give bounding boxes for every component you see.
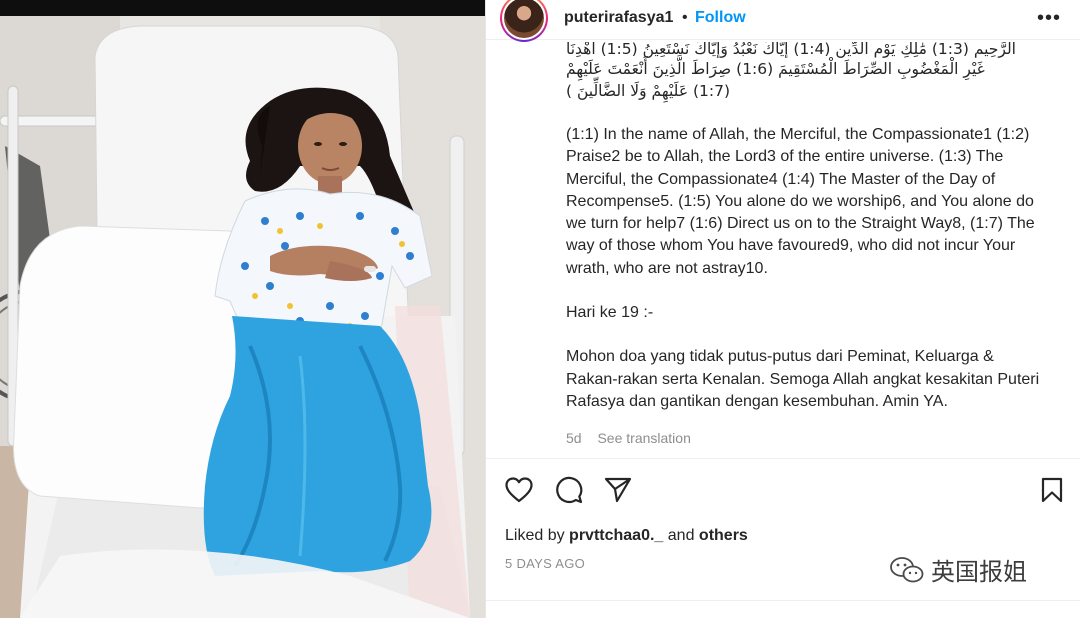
comment-icon[interactable] xyxy=(552,470,586,510)
caption-arabic-line: (1:7) عَلَيْهِمْ وَلَا الضَّالِّينَ ) xyxy=(566,82,731,100)
likes-line: Liked by prvttchaa0._ and others xyxy=(505,527,748,545)
caption-arabic-line: الرَّحِيمِ (1:3) مَٰلِكِ يَوْمِ الدِّينِ… xyxy=(566,42,1016,58)
see-translation-button[interactable]: See translation xyxy=(597,430,690,446)
caption-arabic-line: غَيْرِ الْمَغْضُوبِ الصِّرَاطَ الْمُسْتَ… xyxy=(566,60,985,78)
post-caption: الرَّحِيمِ (1:3) مَٰلِكِ يَوْمِ الدِّينِ… xyxy=(566,42,1046,452)
caption-translation: (1:1) In the name of Allah, the Merciful… xyxy=(566,126,1035,277)
avatar[interactable] xyxy=(500,0,548,42)
bookmark-icon[interactable] xyxy=(1035,470,1069,510)
post-photo[interactable] xyxy=(0,0,485,618)
liker-username[interactable]: prvttchaa0._ xyxy=(569,527,663,544)
likes-prefix: Liked by xyxy=(505,527,565,544)
avatar-image xyxy=(504,0,544,38)
time-ago[interactable]: 5d xyxy=(566,430,582,446)
likes-conjunction: and xyxy=(667,527,695,544)
username-link[interactable]: puterirafasya1 xyxy=(564,9,673,27)
post-header: puterirafasya1 • Follow ••• xyxy=(486,0,1080,42)
wechat-icon xyxy=(890,556,924,582)
action-bar xyxy=(486,470,1080,510)
photo-top-bar xyxy=(0,0,485,16)
watermark: 英国报姐 xyxy=(889,552,1027,587)
caption-meta: 5d See translation xyxy=(566,430,691,446)
caption-day-line: Hari ke 19 :- xyxy=(566,304,654,322)
watermark-text: 英国报姐 xyxy=(931,558,1027,586)
share-icon[interactable] xyxy=(601,470,635,510)
likes-others-link[interactable]: others xyxy=(699,527,748,544)
caption-prayer: Mohon doa yang tidak putus-putus dari Pe… xyxy=(566,348,1040,410)
post-panel: puterirafasya1 • Follow ••• الرَّحِيمِ (… xyxy=(485,0,1080,618)
follow-button[interactable]: Follow xyxy=(695,9,746,27)
heart-icon[interactable] xyxy=(502,470,536,510)
more-icon[interactable]: ••• xyxy=(1037,7,1061,30)
comment-bar[interactable] xyxy=(486,600,1080,618)
post-date[interactable]: 5 DAYS AGO xyxy=(505,556,585,571)
divider xyxy=(486,458,1080,459)
post-photo-illustration xyxy=(0,16,485,618)
separator-dot: • xyxy=(682,9,688,26)
